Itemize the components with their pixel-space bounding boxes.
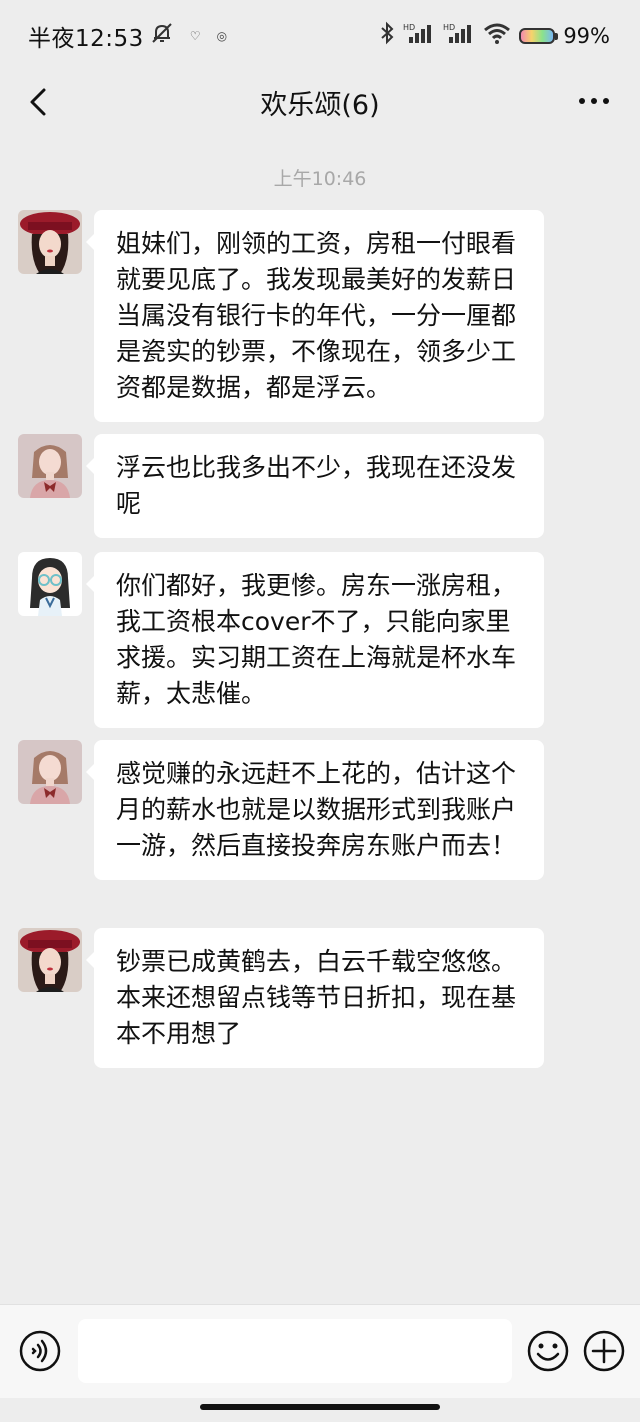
plus-icon[interactable] <box>582 1329 626 1373</box>
more-options-icon[interactable] <box>576 86 616 116</box>
wifi-icon <box>483 21 511 51</box>
heart-notification-icon: ♡ <box>189 29 201 43</box>
avatar-woman-pink-bow[interactable] <box>18 434 82 498</box>
status-bar: 半夜12:53 ♡ ◎ HD HD 99% <box>0 0 640 72</box>
avatar-woman-red-hat[interactable] <box>18 928 82 992</box>
mute-bell-icon <box>150 21 174 51</box>
avatar-cartoon-girl-glasses[interactable] <box>18 552 82 616</box>
avatar-woman-red-hat[interactable] <box>18 210 82 274</box>
emoji-icon[interactable] <box>526 1329 570 1373</box>
chat-messages[interactable]: 上午10:46 姐妹们，刚领的工资，房租一付眼看就要见底了。我发现最美好的发薪日… <box>0 132 640 1304</box>
battery-percentage: 99% <box>563 24 610 48</box>
status-right: HD HD 99% <box>379 21 610 51</box>
message-timestamp: 上午10:46 <box>273 168 367 190</box>
bluetooth-icon <box>379 21 395 51</box>
home-indicator[interactable] <box>200 1404 440 1410</box>
chat-header: 欢乐颂(6) <box>0 72 640 132</box>
status-left: 半夜12:53 ♡ ◎ <box>28 19 227 53</box>
back-arrow-icon[interactable] <box>22 82 62 122</box>
svg-text:HD: HD <box>443 23 455 32</box>
battery-icon <box>519 28 559 44</box>
signal-hd-2-icon: HD <box>443 21 475 51</box>
voice-input-icon[interactable] <box>18 1329 62 1373</box>
svg-text:HD: HD <box>403 23 415 32</box>
app-notification-icon: ◎ <box>216 29 228 43</box>
message-bubble[interactable]: 钞票已成黄鹤去，白云千载空悠悠。本来还想留点钱等节日折扣，现在基本不用想了 <box>86 928 544 1068</box>
message-input[interactable] <box>78 1319 512 1383</box>
input-bar <box>0 1304 640 1398</box>
message-bubble[interactable]: 姐妹们，刚领的工资，房租一付眼看就要见底了。我发现最美好的发薪日当属没有银行卡的… <box>86 210 544 422</box>
chat-title: 欢乐颂(6) <box>260 89 380 121</box>
message-bubble[interactable]: 你们都好，我更惨。房东一涨房租，我工资根本cover不了，只能向家里求援。实习期… <box>86 552 544 728</box>
message-bubble[interactable]: 感觉赚的永远赶不上花的，估计这个月的薪水也就是以数据形式到我账户一游，然后直接投… <box>86 740 544 880</box>
avatar-woman-pink-bow[interactable] <box>18 740 82 804</box>
signal-hd-1-icon: HD <box>403 21 435 51</box>
message-bubble[interactable]: 浮云也比我多出不少，我现在还没发呢 <box>86 434 544 538</box>
status-time: 半夜12:53 <box>28 26 144 52</box>
